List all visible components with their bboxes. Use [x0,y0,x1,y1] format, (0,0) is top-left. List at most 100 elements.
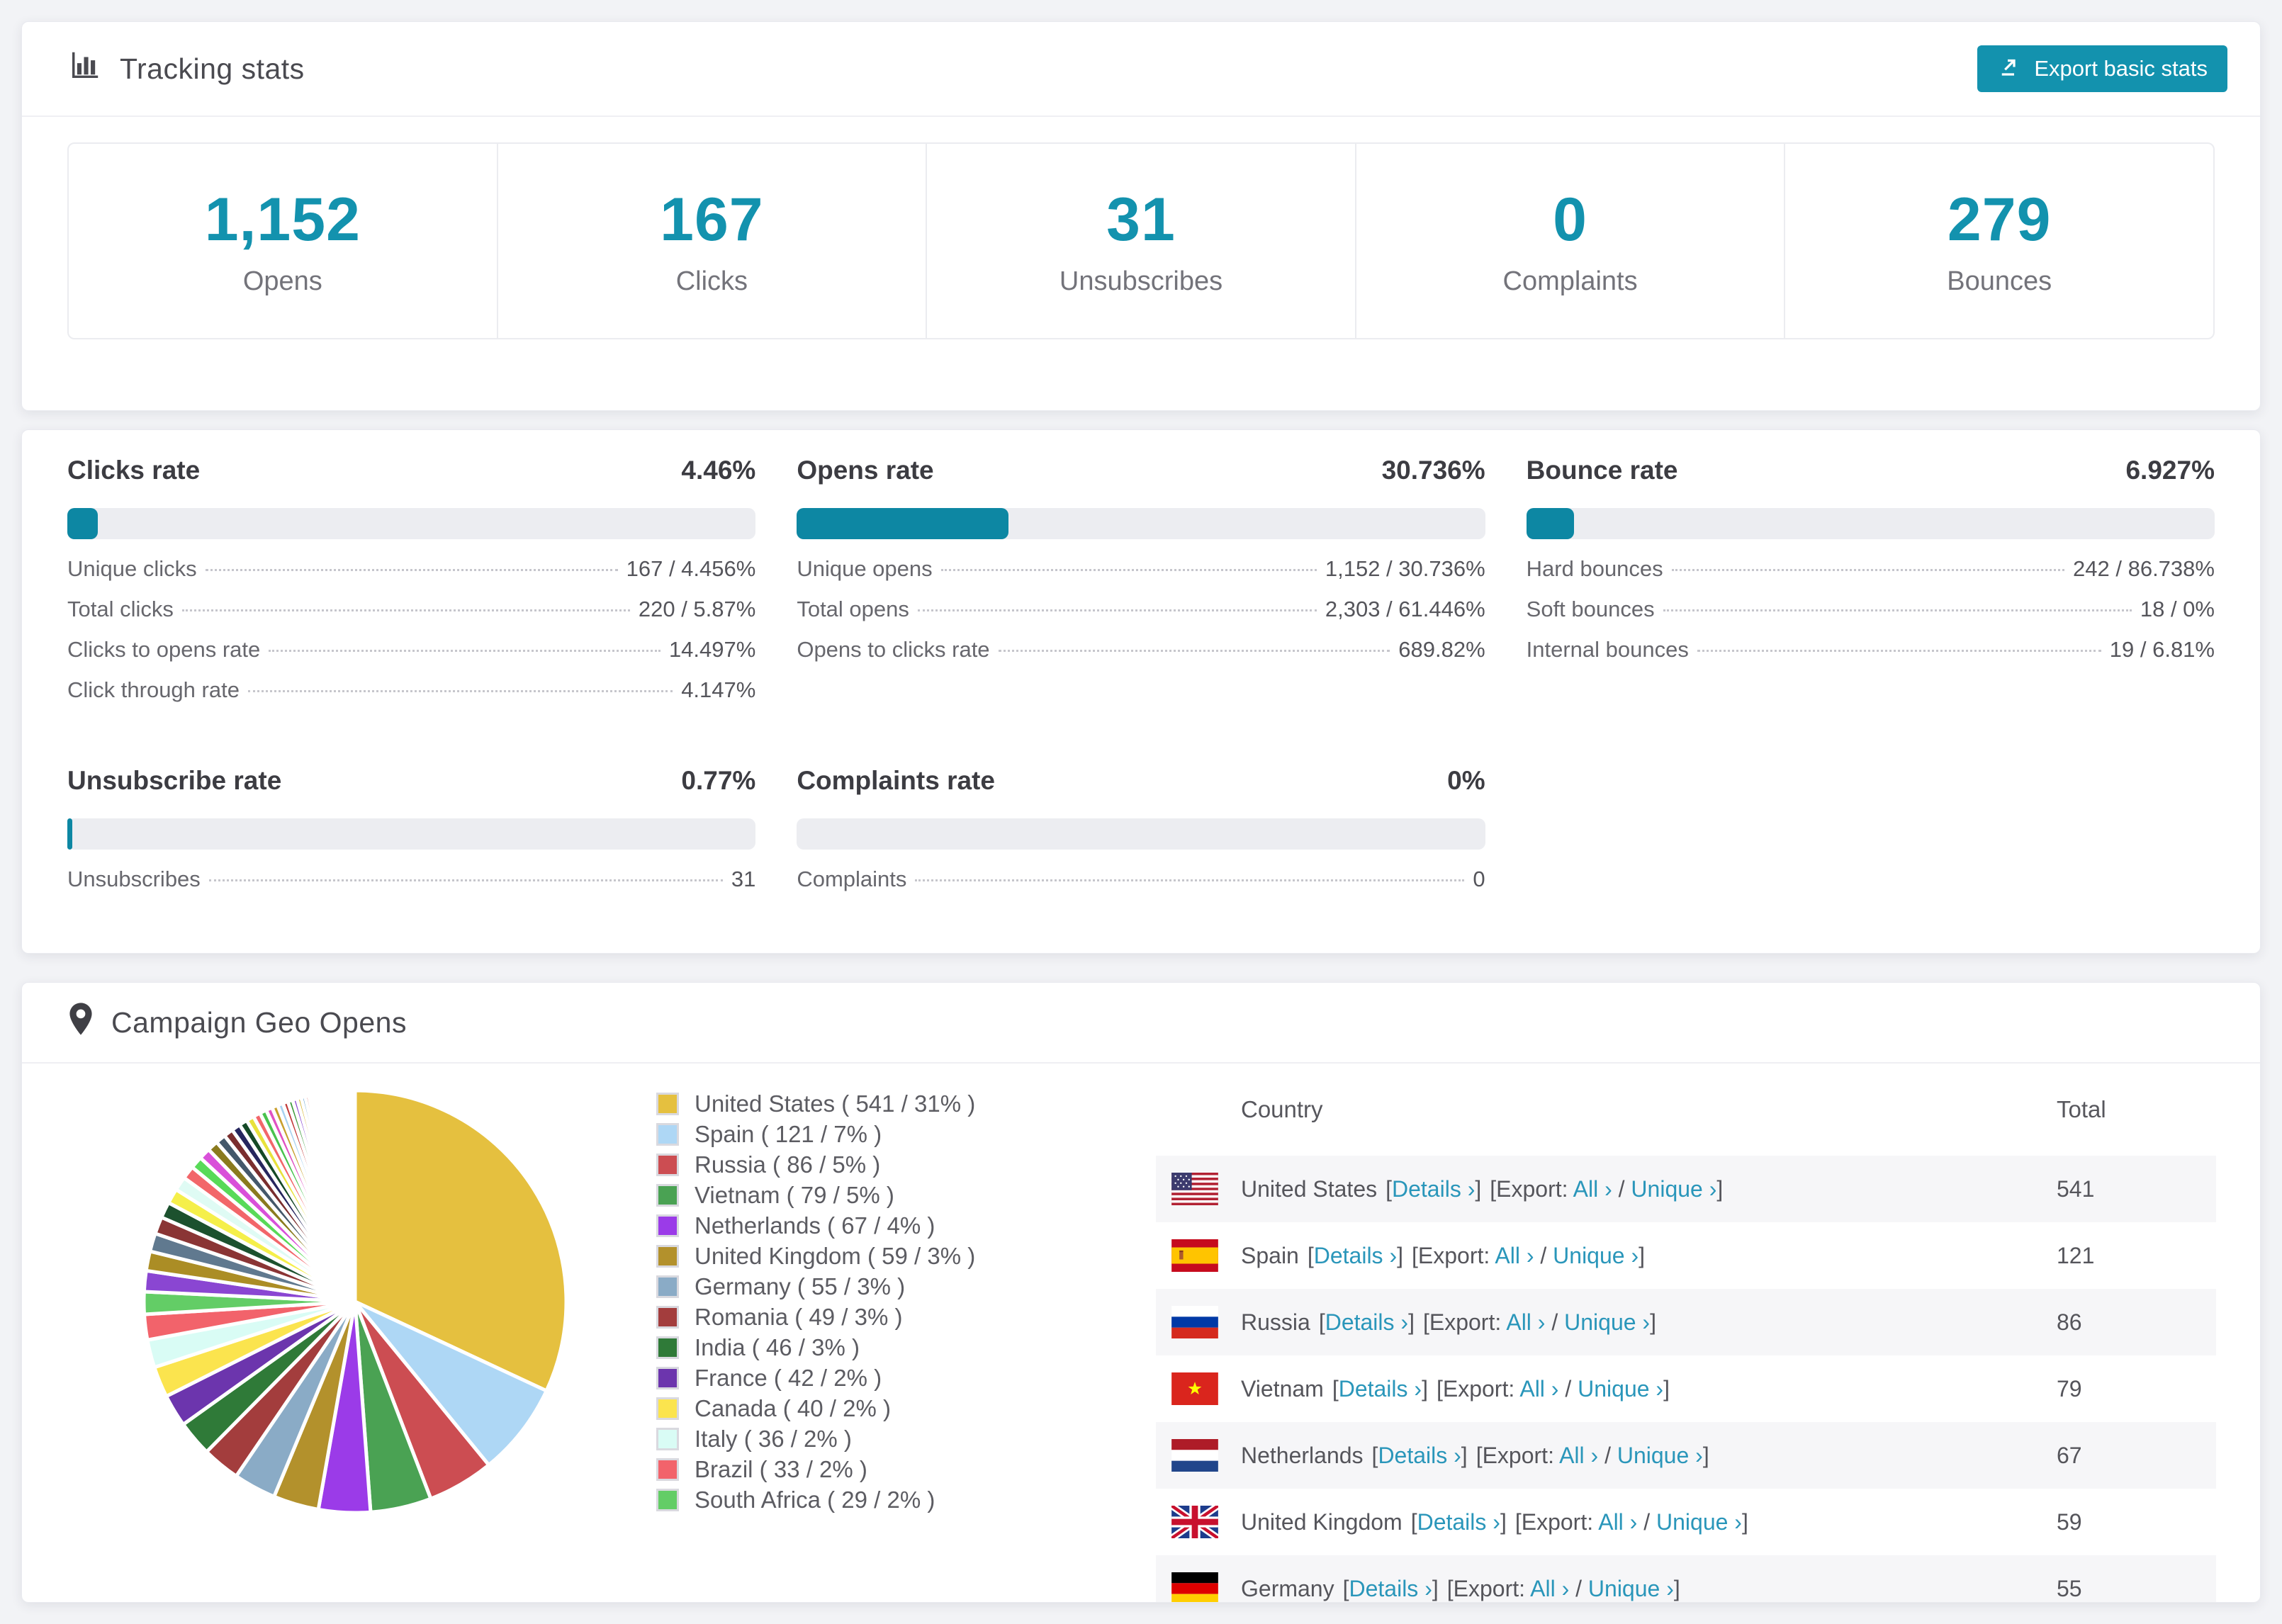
country-cell: Vietnam [Details ›] [Export: All › / Uniqu… [1241,1376,2057,1402]
country-name: United Kingdom [1241,1509,1403,1535]
details-link[interactable]: Details › [1378,1443,1461,1468]
country-cell: United States [Details ›] [Export: All › /… [1241,1176,2057,1202]
export-all-link[interactable]: All › [1573,1176,1612,1202]
legend-item[interactable]: Italy ( 36 / 2% ) [656,1425,975,1452]
export-all-link[interactable]: All › [1598,1509,1637,1535]
dotted-leader [940,569,1317,571]
legend-item[interactable]: South Africa ( 29 / 2% ) [656,1487,975,1513]
export-prefix: Export: [1453,1575,1531,1601]
export-all-link[interactable]: All › [1506,1309,1545,1335]
geo-body: United States ( 541 / 31% ) Spain ( 121 … [22,1064,2260,1602]
slash: / [1545,1309,1565,1335]
rate-progress-track [67,818,756,850]
rate-value: 6.927% [2125,456,2215,485]
rate-progress-fill [67,818,73,850]
details-link[interactable]: Details › [1417,1509,1500,1535]
legend-item[interactable]: Russia ( 86 / 5% ) [656,1151,975,1178]
table-row: United States [Details ›] [Export: All › /… [1156,1156,2216,1222]
details-group: [Details ›] [1308,1243,1403,1269]
bracket: ] [1741,1509,1748,1535]
legend-label: Italy ( 36 / 2% ) [695,1425,852,1452]
bracket: ] [1408,1309,1415,1335]
legend-label: United Kingdom ( 59 / 3% ) [695,1242,976,1269]
rate-block: Complaints rate 0% Complaints 0 [797,766,1485,907]
bar-chart-icon [69,49,101,89]
legend-item[interactable]: India ( 46 / 3% ) [656,1334,975,1360]
export-all-link[interactable]: All › [1559,1443,1598,1468]
rate-detail-row: Unsubscribes 31 [67,867,755,907]
legend-item[interactable]: Brazil ( 33 / 2% ) [656,1456,975,1482]
legend-item[interactable]: Romania ( 49 / 3% ) [656,1304,975,1330]
detail-label: Clicks to opens rate [67,637,261,662]
rate-block: Clicks rate 4.46% Unique clicks 167 / 4.… [67,456,756,718]
legend-item[interactable]: United States ( 541 / 31% ) [656,1090,975,1117]
country-name: Spain [1241,1242,1299,1268]
export-all-link[interactable]: All › [1519,1376,1558,1402]
slash: / [1558,1375,1578,1402]
dotted-leader [269,650,661,652]
rates-grid: Clicks rate 4.46% Unique clicks 167 / 4.… [22,430,2260,907]
export-unique-link[interactable]: Unique › [1588,1576,1674,1601]
stat-box: 1,152 Opens [69,144,497,338]
detail-label: Unique clicks [67,556,197,581]
detail-value: 689.82% [1398,637,1485,662]
export-group: [Export: All › / Unique ›] [1437,1376,1670,1402]
detail-label: Internal bounces [1526,637,1689,662]
export-all-link[interactable]: All › [1495,1243,1534,1268]
legend-item[interactable]: Spain ( 121 / 7% ) [656,1120,975,1147]
export-unique-link[interactable]: Unique › [1656,1509,1742,1535]
tracking-stats-header: Tracking stats Export basic stats [22,22,2260,115]
stat-value: 279 [1947,186,2052,254]
rate-detail-rows: Hard bounces 242 / 86.738% Soft bounces … [1527,556,2215,677]
detail-label: Click through rate [67,677,240,702]
detail-value: 167 / 4.456% [626,556,756,581]
detail-label: Total clicks [67,597,174,621]
details-link[interactable]: Details › [1339,1376,1422,1402]
dotted-leader [247,690,673,692]
country-flag-icon [1171,1239,1218,1272]
geo-table-header: Country Total [1156,1064,2216,1156]
bracket: [ [1318,1309,1325,1335]
legend-item[interactable]: France ( 42 / 2% ) [656,1365,975,1391]
export-group: [Export: All › / Unique ›] [1412,1243,1645,1269]
export-unique-link[interactable]: Unique › [1564,1309,1650,1335]
legend-item[interactable]: Netherlands ( 67 / 4% ) [656,1212,975,1239]
total-cell: 79 [2057,1375,2082,1402]
bracket: [ [1490,1175,1497,1202]
rate-progress-fill [1526,508,1574,539]
export-all-link[interactable]: All › [1530,1576,1569,1601]
legend-label: Canada ( 40 / 2% ) [695,1394,891,1421]
pie-slice[interactable] [352,1088,357,1304]
legend-swatch [656,1305,679,1329]
legend-swatch [656,1244,679,1268]
rate-detail-row: Click through rate 4.147% [67,677,755,718]
legend-item[interactable]: Vietnam ( 79 / 5% ) [656,1182,975,1208]
stat-value: 1,152 [204,186,361,254]
legend-item[interactable]: United Kingdom ( 59 / 3% ) [656,1242,976,1269]
table-row: Spain [Details ›] [Export: All › / Unique … [1156,1222,2216,1289]
legend-item[interactable]: Germany ( 55 / 3% ) [656,1273,975,1299]
country-cell: Russia [Details ›] [Export: All › / Unique… [1241,1309,2057,1336]
legend-label: Spain ( 121 / 7% ) [695,1120,882,1147]
legend-swatch [656,1153,679,1176]
legend-item[interactable]: Canada ( 40 / 2% ) [656,1394,975,1421]
rate-detail-row: Soft bounces 18 / 0% [1527,597,2215,637]
geo-section-title: Campaign Geo Opens [111,1005,407,1039]
export-unique-link[interactable]: Unique › [1617,1443,1703,1468]
dotted-leader [1671,569,2065,571]
details-link[interactable]: Details › [1392,1176,1475,1202]
export-unique-link[interactable]: Unique › [1631,1176,1716,1202]
export-icon [1997,53,2023,84]
table-row: Vietnam [Details ›] [Export: All › / Uniqu… [1156,1355,2216,1422]
details-link[interactable]: Details › [1349,1576,1432,1601]
details-group: [Details ›] [1411,1509,1507,1535]
stat-box: 31 Unsubscribes [926,144,1355,338]
geo-pie-chart[interactable] [135,1082,575,1521]
details-link[interactable]: Details › [1325,1309,1408,1335]
bracket: [ [1332,1375,1339,1402]
details-link[interactable]: Details › [1314,1243,1397,1268]
bracket: ] [1650,1309,1656,1335]
export-basic-stats-button[interactable]: Export basic stats [1977,45,2227,92]
export-unique-link[interactable]: Unique › [1553,1243,1639,1268]
export-unique-link[interactable]: Unique › [1578,1376,1663,1402]
